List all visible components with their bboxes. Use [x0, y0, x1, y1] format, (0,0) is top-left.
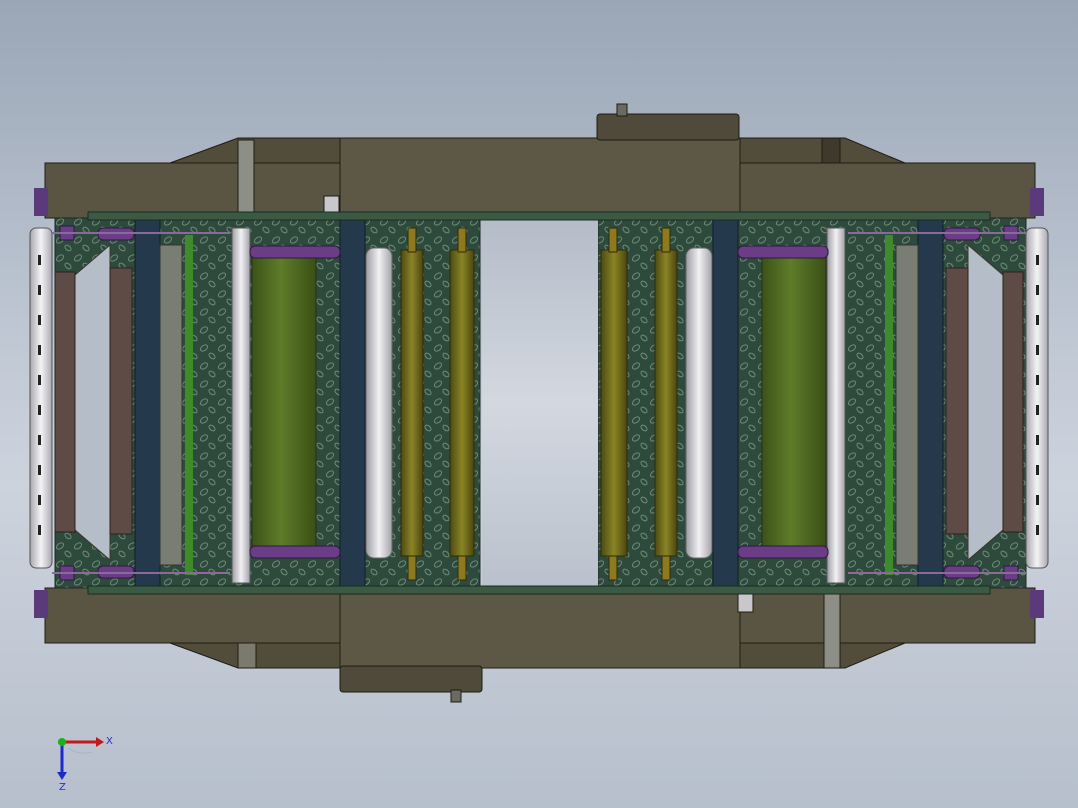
- top-housing: [44, 103, 1036, 219]
- end-roller-right: [1025, 188, 1049, 618]
- machine-assembly[interactable]: [29, 103, 1049, 703]
- guide-plate-left: [159, 244, 183, 566]
- side-plate-left-inner: [109, 267, 133, 535]
- green-roller-right: [761, 251, 827, 553]
- shaft-left: [231, 227, 251, 584]
- guide-plate-right: [895, 244, 919, 566]
- end-roller-left: [29, 188, 53, 618]
- white-roller-left: [365, 247, 393, 559]
- side-opening-right: [967, 243, 1004, 562]
- side-plate-right: [1002, 271, 1024, 533]
- x-axis-label: X: [106, 736, 113, 747]
- bottom-housing: [44, 587, 1036, 703]
- side-plate-left: [54, 271, 76, 533]
- white-roller-right: [685, 247, 713, 559]
- side-opening-left: [74, 243, 111, 562]
- coordinate-triad-icon: X Z: [57, 736, 113, 793]
- inner-rail-bottom: [87, 585, 991, 595]
- side-plate-right-inner: [945, 267, 969, 535]
- shaft-right: [826, 227, 846, 584]
- inner-rail-top: [87, 211, 991, 221]
- z-axis-label: Z: [59, 782, 66, 793]
- cad-3d-viewport[interactable]: X Z: [0, 0, 1078, 808]
- green-bar-left: [185, 235, 193, 575]
- green-bar-right: [885, 235, 893, 575]
- center-opening: [482, 218, 598, 588]
- green-roller-left: [251, 251, 317, 553]
